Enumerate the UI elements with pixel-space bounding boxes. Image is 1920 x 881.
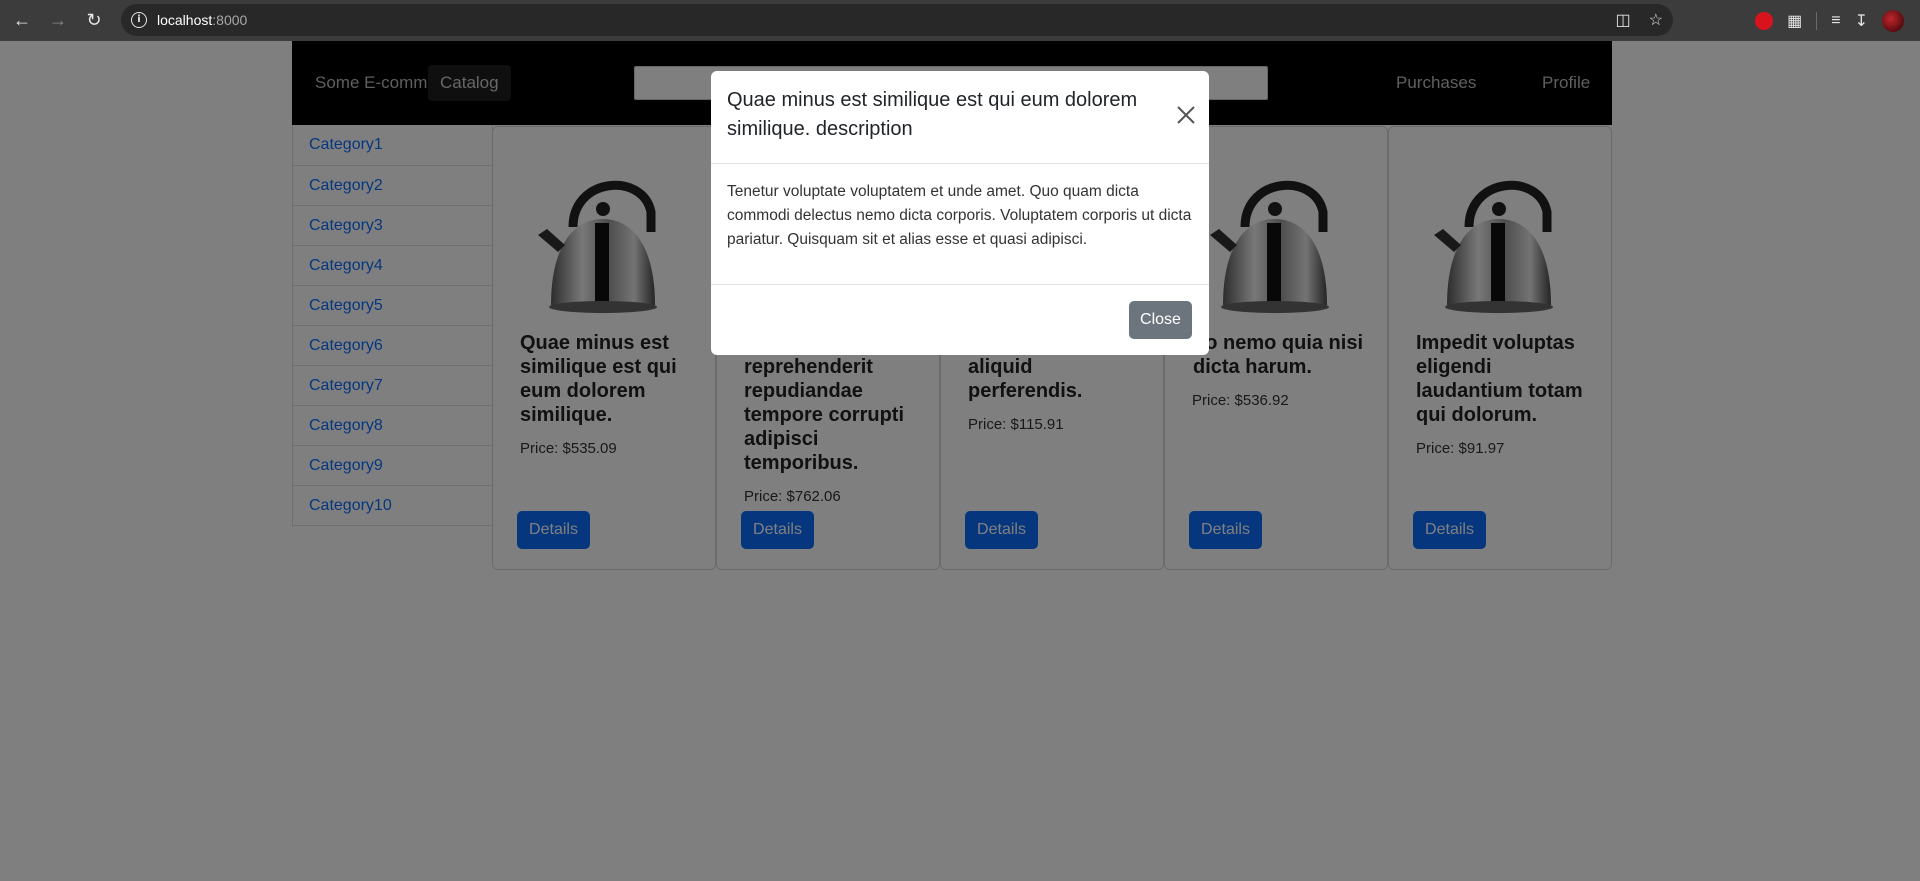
toolbar-divider: [1816, 11, 1818, 30]
address-bar[interactable]: i localhost:8000 ◫ ☆: [121, 4, 1673, 36]
media-control-icon[interactable]: ≡: [1831, 12, 1840, 30]
url-text: localhost:8000: [157, 12, 248, 28]
product-description-modal: Quae minus est similique est qui eum dol…: [711, 71, 1209, 355]
extensions-puzzle-icon[interactable]: ▦: [1787, 11, 1802, 31]
modal-title: Quae minus est similique est qui eum dol…: [727, 89, 1138, 140]
modal-header-divider: [711, 163, 1209, 164]
download-icon[interactable]: ↧: [1855, 11, 1868, 31]
profile-avatar[interactable]: [1882, 9, 1904, 32]
back-icon[interactable]: ←: [8, 7, 36, 35]
bookmark-star-icon[interactable]: ☆: [1649, 10, 1663, 30]
browser-toolbar: ← → ↻ i localhost:8000 ◫ ☆ ▦ ≡ ↧: [0, 0, 1920, 41]
translate-icon[interactable]: ◫: [1616, 10, 1631, 30]
site-info-icon[interactable]: i: [131, 12, 147, 28]
reload-icon[interactable]: ↻: [80, 7, 108, 35]
modal-footer-divider: [711, 284, 1209, 285]
close-button[interactable]: Close: [1129, 301, 1192, 339]
forward-icon[interactable]: →: [44, 7, 72, 35]
close-icon[interactable]: [1176, 105, 1196, 125]
modal-body: Tenetur voluptate voluptatem et unde ame…: [727, 183, 1192, 248]
extension-icon[interactable]: [1755, 11, 1774, 30]
